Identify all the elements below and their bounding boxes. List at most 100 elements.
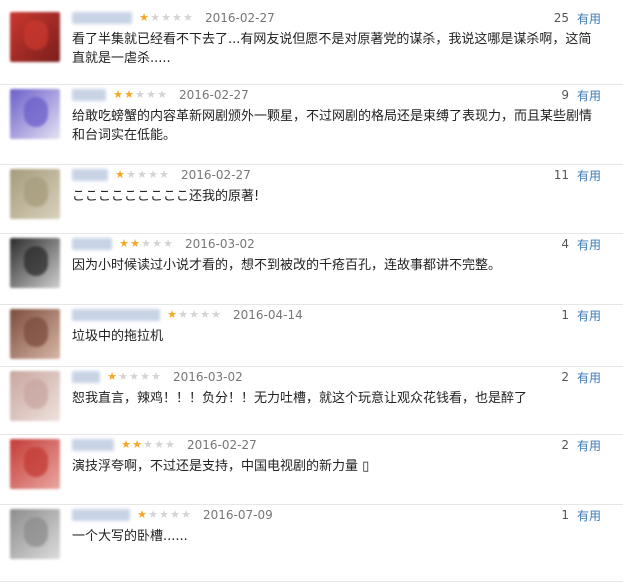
review-date: 2016-03-02 bbox=[185, 237, 255, 251]
star-empty-icon: ★ bbox=[135, 88, 145, 101]
vote-area: 4 有用 bbox=[561, 236, 601, 252]
avatar[interactable] bbox=[10, 169, 60, 219]
review-item: ★ ★ ★ ★ ★ 2016-03-02 2 有用 恕我直言，辣鸡！！！负分！！无力吐槽，就这个… bbox=[0, 367, 623, 435]
star-filled-icon: ★ bbox=[119, 237, 129, 250]
star-empty-icon: ★ bbox=[129, 370, 139, 383]
useful-button[interactable]: 有用 bbox=[577, 87, 601, 104]
review-meta: ★ ★ ★ ★ ★ 2016-04-14 bbox=[72, 307, 303, 323]
rating-stars: ★ ★ ★ ★ ★ bbox=[106, 371, 161, 383]
star-empty-icon: ★ bbox=[148, 508, 158, 521]
star-empty-icon: ★ bbox=[211, 308, 221, 321]
useful-count: 2 bbox=[561, 438, 569, 452]
avatar[interactable] bbox=[10, 439, 60, 489]
star-filled-icon: ★ bbox=[139, 11, 149, 24]
review-item: ★ ★ ★ ★ ★ 2016-02-27 9 有用 给敢吃螃蟹的内容革新网剧颁外一颗星，不过网剧… bbox=[0, 85, 623, 165]
star-empty-icon: ★ bbox=[161, 11, 171, 24]
star-empty-icon: ★ bbox=[154, 438, 164, 451]
avatar[interactable] bbox=[10, 371, 60, 421]
avatar[interactable] bbox=[10, 309, 60, 359]
review-text: 演技浮夸啊，不过还是支持，中国电视剧的新力量 ▯ bbox=[72, 459, 370, 474]
star-empty-icon: ★ bbox=[200, 308, 210, 321]
rating-stars: ★ ★ ★ ★ ★ bbox=[118, 238, 173, 250]
star-empty-icon: ★ bbox=[178, 308, 188, 321]
star-filled-icon: ★ bbox=[124, 88, 134, 101]
rating-stars: ★ ★ ★ ★ ★ bbox=[114, 169, 169, 181]
review-text: 一个大写的卧槽...... bbox=[72, 529, 188, 544]
review-meta: ★ ★ ★ ★ ★ 2016-03-02 bbox=[72, 236, 255, 252]
useful-count: 11 bbox=[553, 168, 569, 182]
avatar[interactable] bbox=[10, 509, 60, 559]
useful-count: 2 bbox=[561, 370, 569, 384]
star-empty-icon: ★ bbox=[172, 11, 182, 24]
avatar[interactable] bbox=[10, 89, 60, 139]
vote-area: 1 有用 bbox=[561, 507, 601, 523]
useful-button[interactable]: 有用 bbox=[577, 307, 601, 324]
review-item: ★ ★ ★ ★ ★ 2016-02-27 2 有用 演技浮夸啊，不过还是支持，中国电视剧的新力量… bbox=[0, 435, 623, 505]
useful-button[interactable]: 有用 bbox=[577, 10, 601, 27]
star-empty-icon: ★ bbox=[126, 168, 136, 181]
useful-button[interactable]: 有用 bbox=[577, 236, 601, 253]
username-blurred[interactable] bbox=[72, 371, 100, 383]
star-filled-icon: ★ bbox=[113, 88, 123, 101]
star-empty-icon: ★ bbox=[141, 237, 151, 250]
useful-count: 1 bbox=[561, 508, 569, 522]
star-empty-icon: ★ bbox=[189, 308, 199, 321]
vote-area: 9 有用 bbox=[561, 87, 601, 103]
review-date: 2016-02-27 bbox=[179, 88, 249, 102]
username-blurred[interactable] bbox=[72, 238, 112, 250]
review-date: 2016-02-27 bbox=[187, 438, 257, 452]
username-blurred[interactable] bbox=[72, 169, 108, 181]
review-meta: ★ ★ ★ ★ ★ 2016-02-27 bbox=[72, 87, 249, 103]
star-filled-icon: ★ bbox=[132, 438, 142, 451]
review-item: ★ ★ ★ ★ ★ 2016-02-27 11 有用 こここここここここ还我的原著! bbox=[0, 165, 623, 234]
review-item: ★ ★ ★ ★ ★ 2016-07-09 1 有用一个大写的卧槽...... bbox=[0, 505, 623, 582]
review-meta: ★ ★ ★ ★ ★ 2016-02-27 bbox=[72, 437, 257, 453]
useful-button[interactable]: 有用 bbox=[577, 369, 601, 386]
star-empty-icon: ★ bbox=[151, 370, 161, 383]
vote-area: 2 有用 bbox=[561, 369, 601, 385]
star-empty-icon: ★ bbox=[183, 11, 193, 24]
review-date: 2016-02-27 bbox=[181, 168, 251, 182]
star-empty-icon: ★ bbox=[165, 438, 175, 451]
vote-area: 1 有用 bbox=[561, 307, 601, 323]
star-filled-icon: ★ bbox=[115, 168, 125, 181]
username-blurred[interactable] bbox=[72, 89, 106, 101]
rating-stars: ★ ★ ★ ★ ★ bbox=[166, 309, 221, 321]
avatar[interactable] bbox=[10, 238, 60, 288]
star-filled-icon: ★ bbox=[167, 308, 177, 321]
review-date: 2016-03-02 bbox=[173, 370, 243, 384]
star-empty-icon: ★ bbox=[170, 508, 180, 521]
star-filled-icon: ★ bbox=[137, 508, 147, 521]
review-item: ★ ★ ★ ★ ★ 2016-02-27 25 有用看了半集就已经看不下去了...有网友说但愿… bbox=[0, 8, 623, 85]
review-text: 看了半集就已经看不下去了...有网友说但愿不是对原著党的谋杀，我说这哪是谋杀啊，… bbox=[72, 32, 592, 66]
star-filled-icon: ★ bbox=[130, 237, 140, 250]
review-meta: ★ ★ ★ ★ ★ 2016-02-27 bbox=[72, 10, 275, 26]
star-empty-icon: ★ bbox=[152, 237, 162, 250]
star-empty-icon: ★ bbox=[157, 88, 167, 101]
star-empty-icon: ★ bbox=[159, 508, 169, 521]
username-blurred[interactable] bbox=[72, 309, 160, 321]
avatar[interactable] bbox=[10, 12, 60, 62]
useful-button[interactable]: 有用 bbox=[577, 167, 601, 184]
review-meta: ★ ★ ★ ★ ★ 2016-02-27 bbox=[72, 167, 251, 183]
star-filled-icon: ★ bbox=[121, 438, 131, 451]
username-blurred[interactable] bbox=[72, 439, 114, 451]
useful-button[interactable]: 有用 bbox=[577, 507, 601, 524]
useful-button[interactable]: 有用 bbox=[577, 437, 601, 454]
review-item: ★ ★ ★ ★ ★ 2016-04-14 1 有用 垃圾中的拖拉机 bbox=[0, 305, 623, 367]
useful-count: 25 bbox=[553, 11, 569, 25]
vote-area: 11 有用 bbox=[554, 167, 601, 183]
review-meta: ★ ★ ★ ★ ★ 2016-07-09 bbox=[72, 507, 273, 523]
review-text: 因为小时候读过小说才看的，想不到被改的千疮百孔，连故事都讲不完整。 bbox=[72, 258, 502, 273]
rating-stars: ★ ★ ★ ★ ★ bbox=[136, 509, 191, 521]
review-text: 恕我直言，辣鸡！！！负分！！无力吐槽，就这个玩意让观众花钱看，也是醉了 bbox=[72, 391, 528, 406]
vote-area: 2 有用 bbox=[561, 437, 601, 453]
useful-count: 4 bbox=[561, 237, 569, 251]
star-empty-icon: ★ bbox=[146, 88, 156, 101]
review-date: 2016-04-14 bbox=[233, 308, 303, 322]
review-meta: ★ ★ ★ ★ ★ 2016-03-02 bbox=[72, 369, 243, 385]
star-empty-icon: ★ bbox=[163, 237, 173, 250]
username-blurred[interactable] bbox=[72, 12, 132, 24]
star-empty-icon: ★ bbox=[181, 508, 191, 521]
username-blurred[interactable] bbox=[72, 509, 130, 521]
